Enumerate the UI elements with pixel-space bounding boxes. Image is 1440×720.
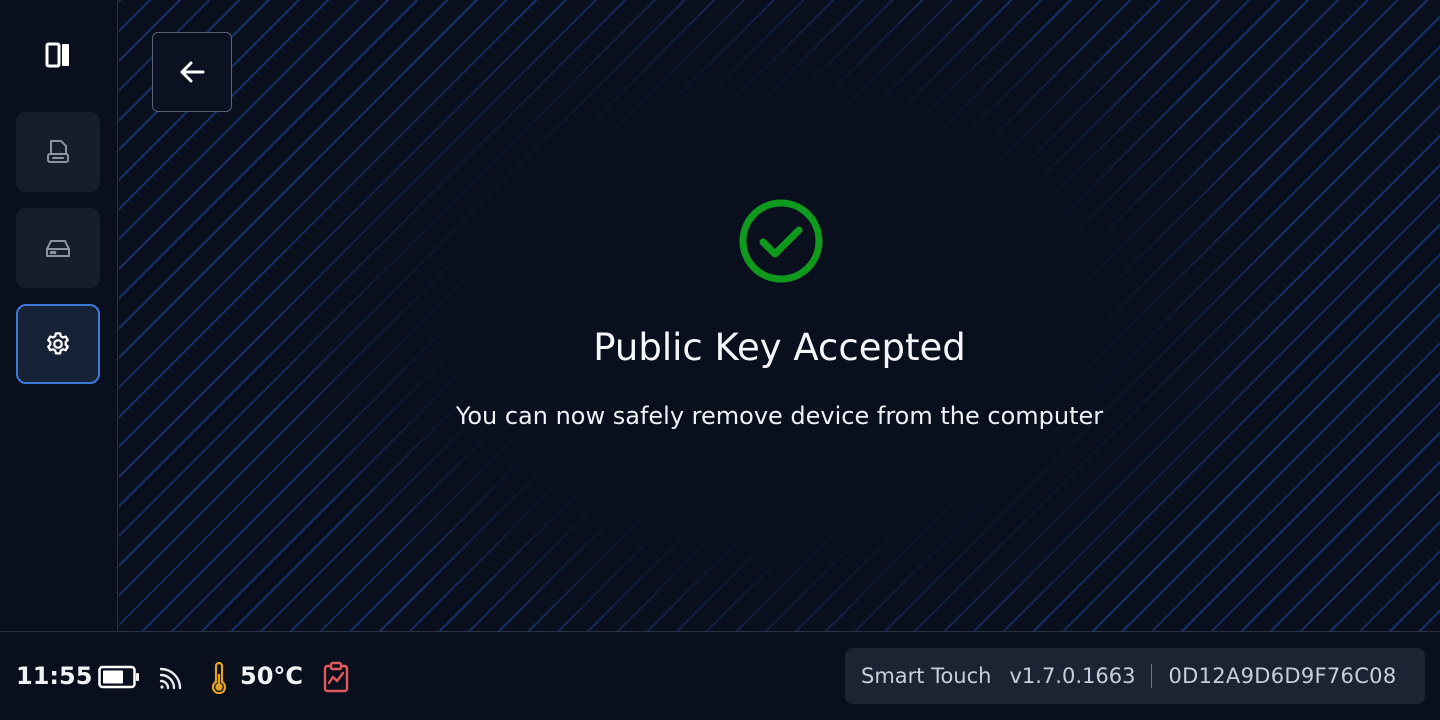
main-panel: Public Key Accepted You can now safely r… xyxy=(119,0,1440,631)
sidebar-item-settings[interactable] xyxy=(16,304,100,384)
printer-document-icon xyxy=(47,140,69,163)
clock: 11:55 xyxy=(16,662,93,690)
temperature-readout: 50°C xyxy=(240,662,304,690)
device-info-badge: Smart Touch v1.7.0.1663 0D12A9D6D9F76C08 xyxy=(845,648,1425,704)
clipboard-chart-icon[interactable] xyxy=(322,661,350,693)
device-name: Smart Touch xyxy=(861,664,992,688)
firmware-version: v1.7.0.1663 xyxy=(1009,664,1136,688)
sidebar-item-print[interactable] xyxy=(16,112,100,192)
result-panel: Public Key Accepted You can now safely r… xyxy=(119,0,1440,631)
thermometer-icon xyxy=(211,662,227,694)
result-title: Public Key Accepted xyxy=(593,326,966,369)
sidebar xyxy=(0,0,118,631)
device-serial: 0D12A9D6D9F76C08 xyxy=(1168,664,1397,688)
signal-icon xyxy=(159,667,182,690)
sidebar-item-drive[interactable] xyxy=(16,208,100,288)
divider xyxy=(1151,664,1153,688)
result-message: You can now safely remove device from th… xyxy=(455,402,1104,430)
panel-toggle-icon[interactable] xyxy=(44,41,72,69)
drive-icon xyxy=(46,240,70,257)
gear-icon xyxy=(47,332,69,355)
check-circle-icon xyxy=(739,199,823,283)
battery-icon xyxy=(98,665,139,689)
status-bar: 11:55 50°C Smart Touch v1.7.0.1663 0D12A… xyxy=(0,631,1440,720)
